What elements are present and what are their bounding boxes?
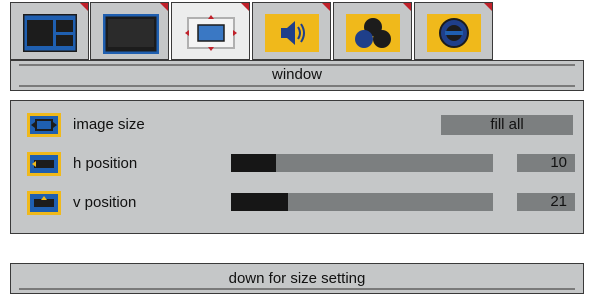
tab-corner-marker <box>403 3 411 11</box>
window-resize-icon <box>185 15 237 51</box>
tab-corner-marker <box>241 3 249 11</box>
h-position-label: h position <box>73 155 138 172</box>
tab-corner-marker <box>484 3 492 11</box>
image-size-icon <box>27 113 61 137</box>
display-layout-icon <box>23 14 77 52</box>
gauge-settings-icon <box>427 14 481 52</box>
v-position-value: 21 <box>517 193 575 211</box>
hint-text: down for size setting <box>228 270 366 287</box>
h-position-icon <box>27 152 61 176</box>
h-position-slider-fill <box>231 154 276 172</box>
image-size-value[interactable]: fill all <box>441 115 573 135</box>
hint-bar: down for size setting <box>10 263 584 294</box>
divider <box>19 85 575 87</box>
v-position-label: v position <box>73 194 137 211</box>
tab-corner-marker <box>160 3 168 11</box>
color-circles-icon <box>346 14 400 52</box>
divider <box>19 288 575 290</box>
tab-corner-marker <box>322 3 330 11</box>
tab-audio[interactable] <box>252 2 331 60</box>
tab-monitor[interactable] <box>90 2 169 60</box>
tab-window[interactable] <box>171 2 250 60</box>
v-position-slider[interactable] <box>231 193 493 211</box>
h-position-value: 10 <box>517 154 575 172</box>
monitor-icon <box>103 14 159 54</box>
page-title: window <box>271 66 323 83</box>
window-title-bar: window <box>10 60 584 91</box>
tab-bar <box>10 2 498 60</box>
tab-corner-marker <box>80 3 88 11</box>
v-position-icon <box>27 191 61 215</box>
settings-panel: image size fill all h position 10 v posi… <box>10 100 584 234</box>
v-position-slider-fill <box>231 193 289 211</box>
image-size-label: image size <box>73 116 145 133</box>
speaker-icon <box>265 14 319 52</box>
tab-settings[interactable] <box>414 2 493 60</box>
h-position-slider[interactable] <box>231 154 493 172</box>
tab-display-layout[interactable] <box>10 2 89 60</box>
tab-color[interactable] <box>333 2 412 60</box>
